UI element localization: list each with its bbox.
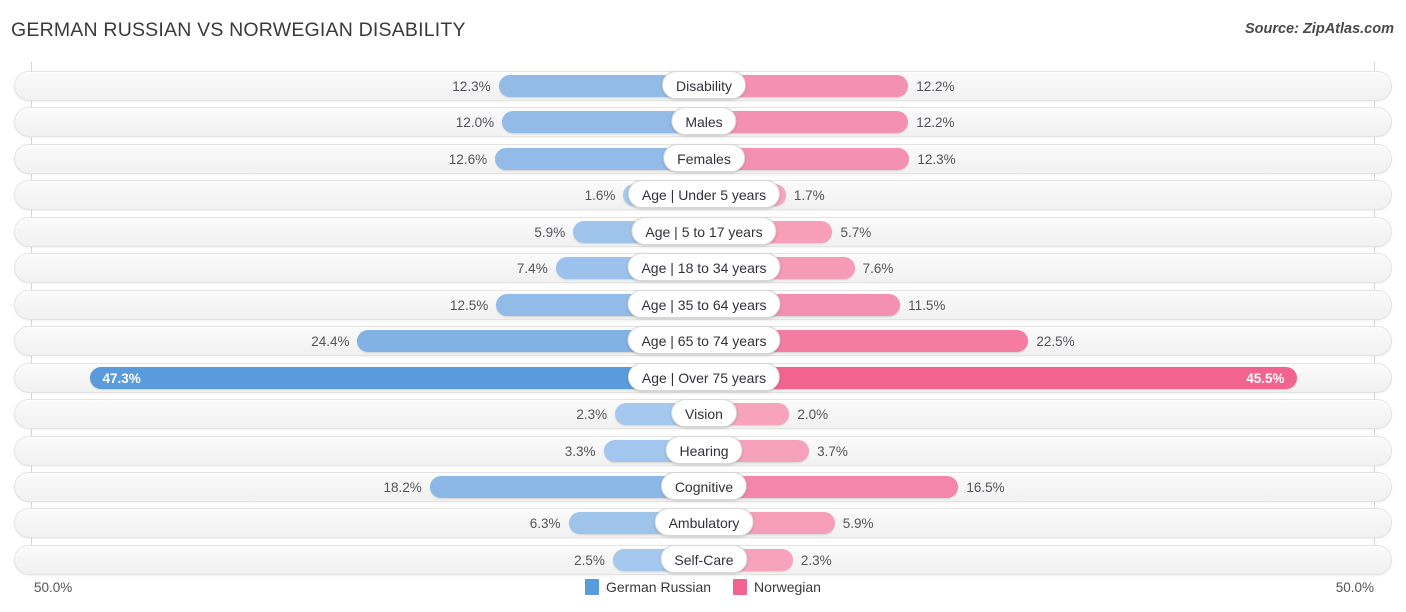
legend-label: German Russian xyxy=(606,579,712,595)
value-label-german-russian: 12.3% xyxy=(452,79,491,94)
value-label-norwegian: 7.6% xyxy=(862,261,894,277)
value-label-norwegian: 5.7% xyxy=(840,224,872,240)
row-label-pill[interactable]: Ambulatory xyxy=(654,508,754,537)
table-row[interactable]: 1.6% 1.7% Age | Under 5 years xyxy=(14,180,1392,211)
table-row[interactable]: 18.2% 16.5% Cognitive xyxy=(14,471,1392,502)
row-label-pill[interactable]: Males xyxy=(671,107,737,136)
table-row[interactable]: 6.3% 5.9% Ambulatory xyxy=(14,508,1392,539)
value-label-norwegian: 12.2% xyxy=(916,79,955,94)
row-label-pill[interactable]: Vision xyxy=(671,399,737,428)
value-label-norwegian: 1.7% xyxy=(793,188,825,204)
table-row[interactable]: 7.4% 7.6% Age | 18 to 34 years xyxy=(14,253,1392,284)
value-label-german-russian: 7.4% xyxy=(516,261,548,277)
page-title: GERMAN RUSSIAN VS NORWEGIAN DISABILITY xyxy=(11,19,466,41)
value-label-norwegian: 16.5% xyxy=(966,479,1005,495)
value-label-german-russian: 47.3% xyxy=(102,370,141,386)
row-label-pill[interactable]: Age | 18 to 34 years xyxy=(627,253,781,282)
row-label-pill[interactable]: Self-Care xyxy=(660,544,748,573)
table-row[interactable]: 47.3% 45.5% Age | Over 75 years xyxy=(14,362,1392,393)
chart-footer: 50.0% 50.0% German Russian Norwegian xyxy=(0,576,1406,612)
chart-header: GERMAN RUSSIAN VS NORWEGIAN DISABILITY S… xyxy=(0,0,1406,58)
value-label-norwegian: 2.0% xyxy=(797,407,829,423)
value-label-norwegian: 12.3% xyxy=(917,151,956,167)
table-row[interactable]: 2.5% 2.3% Self-Care xyxy=(14,544,1392,575)
legend-swatch-icon xyxy=(585,579,599,595)
value-label-german-russian: 24.4% xyxy=(311,334,350,350)
bar-norwegian xyxy=(704,366,1297,389)
row-label-pill[interactable]: Age | Over 75 years xyxy=(627,362,781,391)
table-row[interactable]: 5.9% 5.7% Age | 5 to 17 years xyxy=(14,216,1392,247)
legend-item[interactable]: German Russian xyxy=(585,579,711,595)
table-row[interactable]: 12.3% 12.2% Disability xyxy=(14,71,1392,101)
row-label-pill[interactable]: Age | Under 5 years xyxy=(627,180,781,209)
value-label-german-russian: 2.3% xyxy=(576,407,608,423)
value-label-german-russian: 3.3% xyxy=(564,443,596,459)
table-row[interactable]: 12.0% 12.2% Males xyxy=(14,107,1392,138)
row-label-pill[interactable]: Age | 35 to 64 years xyxy=(627,289,781,318)
table-row[interactable]: 12.5% 11.5% Age | 35 to 64 years xyxy=(14,289,1392,320)
legend-swatch-icon xyxy=(733,579,748,595)
row-label-pill[interactable]: Age | 65 to 74 years xyxy=(627,326,781,355)
bar-german-russian xyxy=(90,366,704,389)
chart-plot-area: 12.3% 12.2% Disability 12.0% 12.2% Males 12.6%… xyxy=(0,62,1406,575)
table-row[interactable]: 12.6% 12.3% Females xyxy=(14,143,1392,174)
value-label-german-russian: 2.5% xyxy=(574,552,605,568)
value-label-german-russian: 18.2% xyxy=(383,479,422,495)
value-label-german-russian: 5.9% xyxy=(534,224,566,240)
legend-label: Norwegian xyxy=(754,579,821,595)
table-row[interactable]: 24.4% 22.5% Age | 65 to 74 years xyxy=(14,326,1392,357)
value-label-norwegian: 5.9% xyxy=(842,516,874,532)
source-attribution: Source: ZipAtlas.com xyxy=(1244,21,1394,37)
chart-legend: German Russian Norwegian xyxy=(0,579,1406,595)
value-label-norwegian: 22.5% xyxy=(1036,334,1075,350)
row-label-pill[interactable]: Cognitive xyxy=(660,471,748,500)
value-label-norwegian: 2.3% xyxy=(800,552,832,568)
value-label-german-russian: 1.6% xyxy=(584,188,616,204)
value-label-german-russian: 12.5% xyxy=(449,297,489,313)
row-label-pill[interactable]: Females xyxy=(663,143,745,172)
value-label-norwegian: 11.5% xyxy=(908,297,946,313)
row-label-pill[interactable]: Disability xyxy=(661,71,747,99)
value-label-norwegian: 3.7% xyxy=(817,443,848,459)
table-row[interactable]: 2.3% 2.0% Vision xyxy=(14,399,1392,430)
value-label-german-russian: 12.0% xyxy=(455,115,495,131)
table-row[interactable]: 3.3% 3.7% Hearing xyxy=(14,435,1392,466)
value-label-norwegian: 45.5% xyxy=(1246,370,1285,386)
legend-item[interactable]: Norwegian xyxy=(733,579,821,595)
value-label-norwegian: 12.2% xyxy=(916,115,955,131)
row-label-pill[interactable]: Age | 5 to 17 years xyxy=(631,216,777,245)
row-label-pill[interactable]: Hearing xyxy=(665,435,743,464)
value-label-german-russian: 12.6% xyxy=(448,151,488,167)
value-label-german-russian: 6.3% xyxy=(529,516,561,532)
